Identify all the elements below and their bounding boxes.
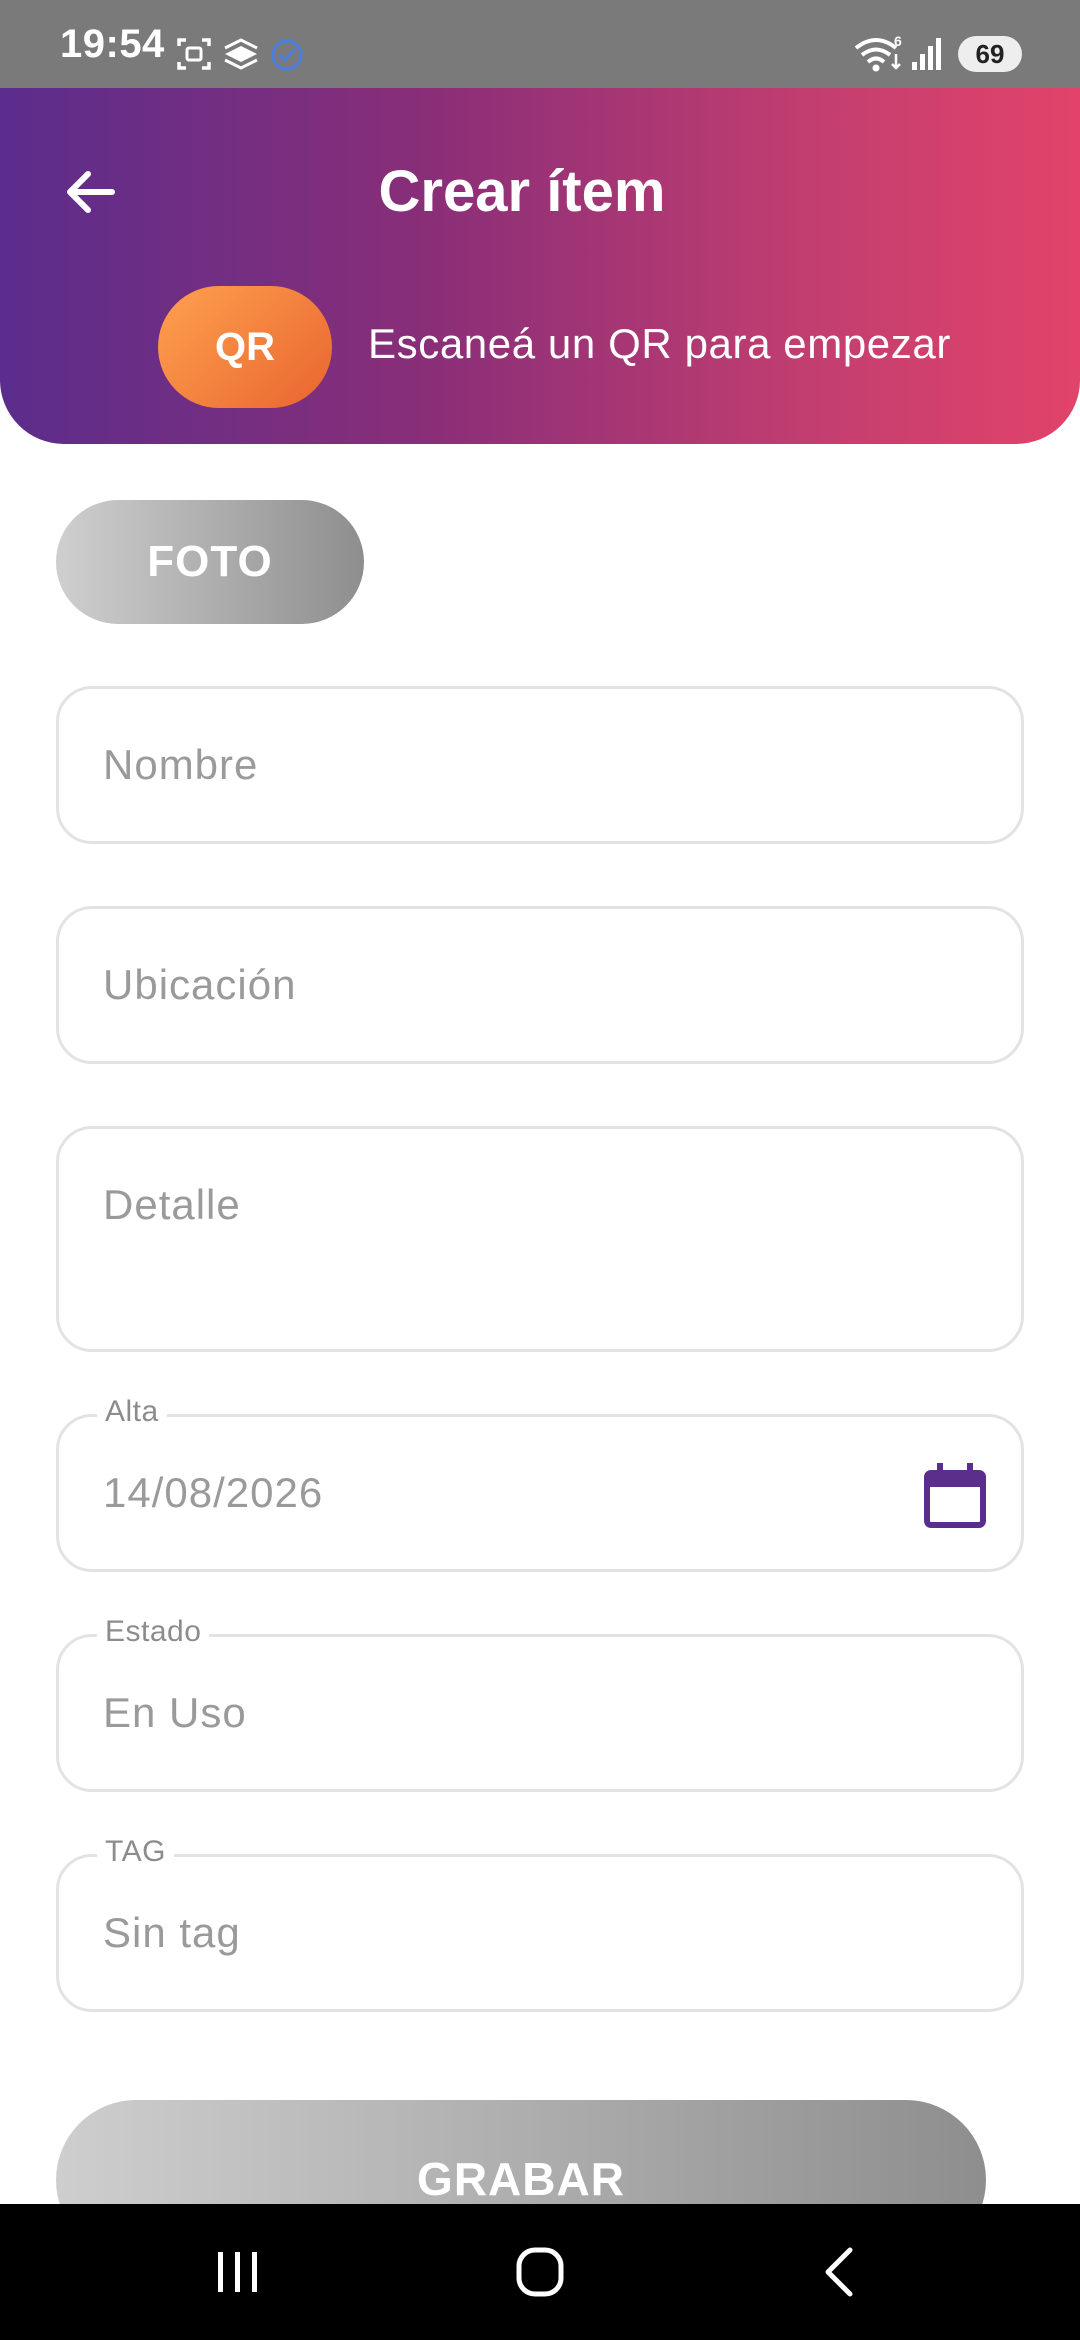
app-screen: 19:54 6 69 Crear ítem QR Escaneá un QR p… xyxy=(0,0,1080,2340)
status-value: En Uso xyxy=(103,1689,247,1736)
page-title: Crear ítem xyxy=(378,159,666,224)
recent-apps-icon[interactable] xyxy=(198,2242,278,2302)
back-icon[interactable] xyxy=(802,2242,882,2302)
wifi-icon: 6 xyxy=(854,34,902,72)
date-field[interactable]: Alta 14/08/2026 xyxy=(56,1395,1024,1572)
status-time: 19:54 xyxy=(60,22,165,66)
status-label: Estado xyxy=(97,1615,210,1649)
calendar-icon[interactable] xyxy=(923,1463,987,1529)
status-field[interactable]: Estado En Uso xyxy=(56,1615,1024,1792)
tag-label: TAG xyxy=(97,1835,174,1869)
photo-button[interactable]: FOTO xyxy=(56,500,364,624)
name-placeholder: Nombre xyxy=(103,741,259,788)
home-icon[interactable] xyxy=(500,2242,580,2302)
tag-value: Sin tag xyxy=(103,1909,241,1956)
date-label: Alta xyxy=(97,1395,167,1429)
check-circle-icon xyxy=(271,39,303,71)
location-field[interactable]: Ubicación xyxy=(56,906,1024,1064)
navigation-bar xyxy=(0,2204,1080,2340)
qr-scan-button[interactable]: QR xyxy=(158,286,332,408)
screenshot-icon xyxy=(177,38,211,70)
qr-hint-text: Escaneá un QR para empezar xyxy=(368,320,951,367)
battery-indicator: 69 xyxy=(958,36,1022,72)
detail-field[interactable]: Detalle xyxy=(56,1126,1024,1352)
svg-text:6: 6 xyxy=(894,34,902,49)
detail-placeholder: Detalle xyxy=(103,1181,241,1228)
status-bar: 19:54 6 69 xyxy=(0,0,1080,88)
location-placeholder: Ubicación xyxy=(103,961,297,1008)
tag-field[interactable]: TAG Sin tag xyxy=(56,1835,1024,2012)
stack-app-icon xyxy=(224,38,258,70)
date-value: 14/08/2026 xyxy=(103,1469,324,1516)
header: Crear ítem QR Escaneá un QR para empezar xyxy=(0,88,1080,444)
name-field[interactable]: Nombre xyxy=(56,686,1024,844)
signal-icon xyxy=(912,38,941,70)
